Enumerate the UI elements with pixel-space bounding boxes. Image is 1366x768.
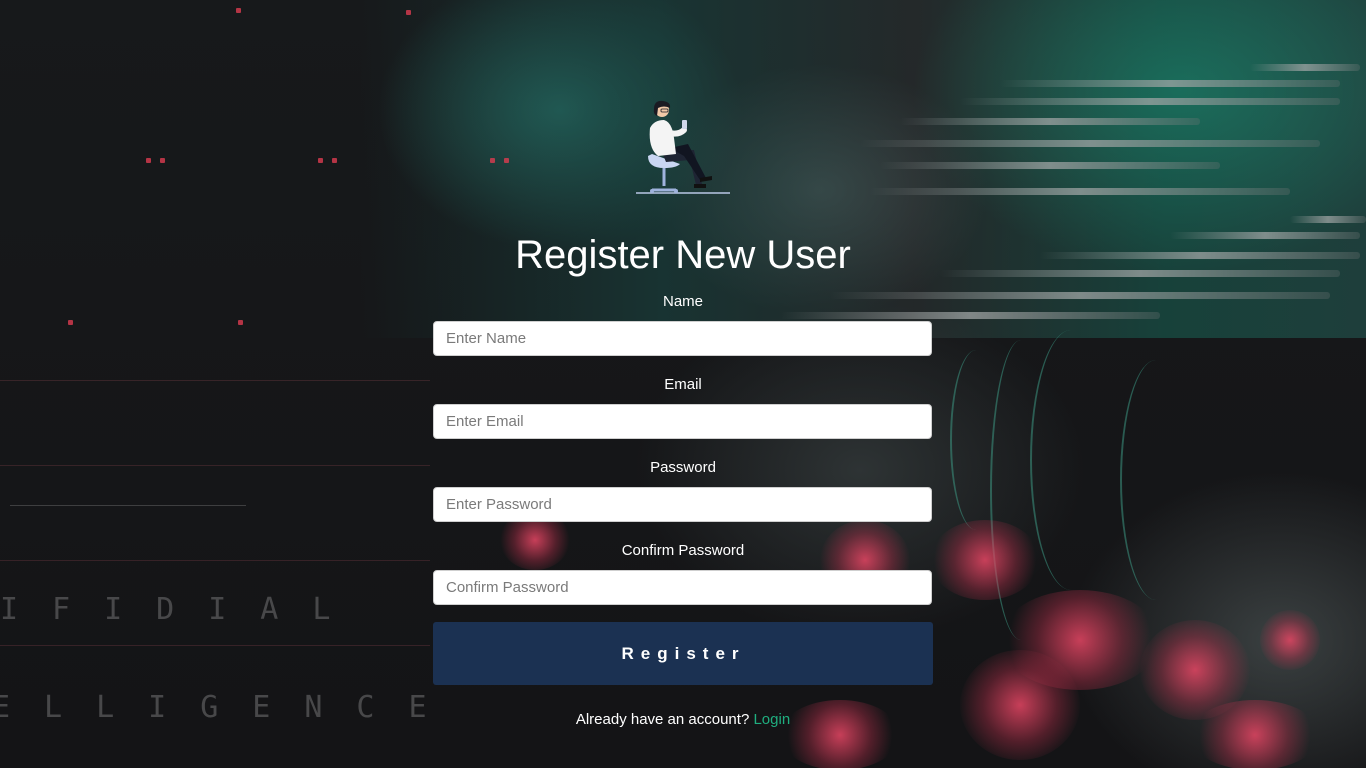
register-page: Register New User Name Email Password Co… <box>0 0 1366 768</box>
login-link[interactable]: Login <box>753 711 790 728</box>
name-input[interactable] <box>433 321 932 356</box>
confirm-password-input[interactable] <box>433 570 932 605</box>
password-input[interactable] <box>433 487 932 522</box>
login-prompt-text: Already have an account? <box>575 711 750 728</box>
confirm-password-label: Confirm Password <box>621 542 745 559</box>
email-label: Email <box>664 376 702 393</box>
email-input[interactable] <box>433 404 932 439</box>
page-title: Register New User <box>515 233 851 277</box>
login-prompt: Already have an account? Login <box>0 711 1366 728</box>
name-label: Name <box>662 293 703 310</box>
register-button[interactable]: Register <box>433 622 933 685</box>
password-label: Password <box>650 459 716 476</box>
person-sitting-illustration-icon <box>636 100 730 194</box>
